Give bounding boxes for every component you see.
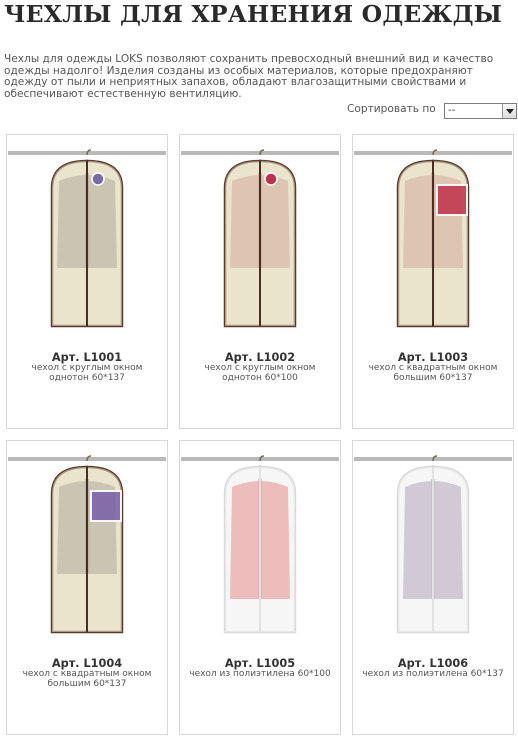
product-description: чехол с круглым окном однотон 60*100 — [204, 363, 316, 383]
product-card[interactable]: Арт. L1003 чехол с квадратным окном больш… — [352, 134, 514, 429]
product-description: чехол с круглым окном однотон 60*137 — [31, 363, 143, 383]
product-card[interactable]: Арт. L1006 чехол из полиэтилена 60*137 — [352, 440, 514, 735]
product-description: чехол с квадратным окном большим 60*137 — [368, 363, 498, 383]
product-card[interactable]: Арт. L1004 чехол с квадратным окном больш… — [6, 440, 168, 735]
sort-label: Сортировать по — [347, 103, 436, 115]
sort-selected-value: -- — [448, 105, 456, 116]
product-card[interactable]: Арт. L1005 чехол из полиэтилена 60*100 — [179, 440, 341, 735]
product-description: чехол из полиэтилена 60*100 — [189, 669, 331, 679]
page-title: ЧЕХЛЫ ДЛЯ ХРАНЕНИЯ ОДЕЖДЫ — [4, 0, 503, 28]
chevron-down-icon[interactable] — [502, 104, 516, 118]
product-description: чехол из полиэтилена 60*137 — [362, 669, 504, 679]
product-image[interactable] — [181, 449, 339, 654]
product-image[interactable] — [354, 449, 512, 654]
page-intro: Чехлы для одежды LOKS позволяют сохранит… — [4, 53, 494, 100]
product-image[interactable] — [8, 449, 166, 654]
product-image[interactable] — [8, 143, 166, 348]
product-card[interactable]: Арт. L1001 чехол с круглым окном однотон … — [6, 134, 168, 429]
product-image[interactable] — [181, 143, 339, 348]
product-card[interactable]: Арт. L1002 чехол с круглым окном однотон … — [179, 134, 341, 429]
product-description: чехол с квадратным окном большим 60*137 — [22, 669, 152, 689]
product-image[interactable] — [354, 143, 512, 348]
sort-select[interactable]: -- — [444, 103, 517, 119]
